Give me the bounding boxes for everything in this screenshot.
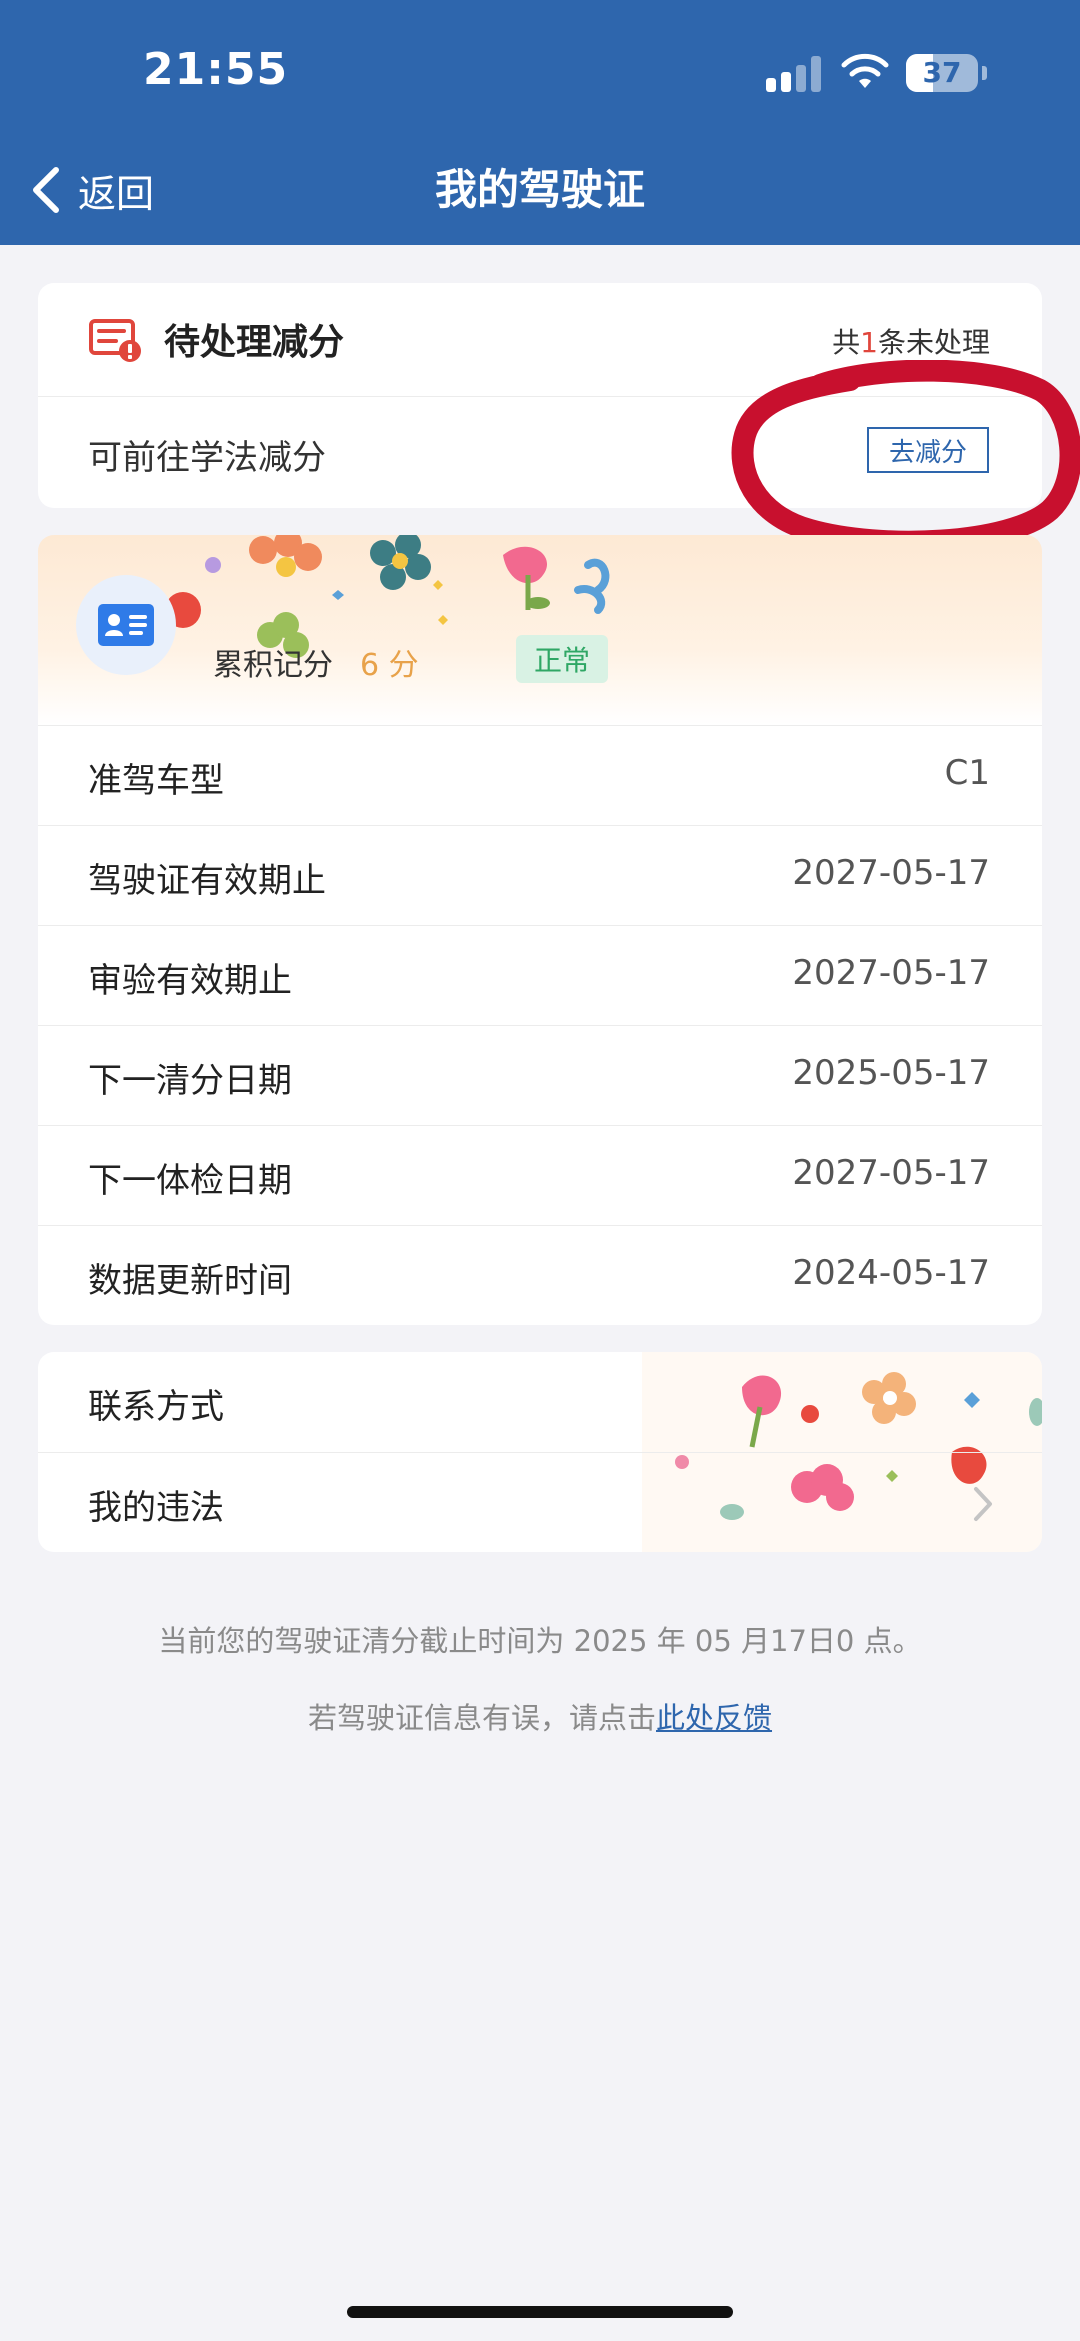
list-item: 驾驶证有效期止 2027-05-17 (38, 825, 1042, 925)
license-banner: 累积记分 6 分 正常 (38, 535, 1042, 725)
contact-info-row[interactable]: 联系方式 (38, 1352, 1042, 1452)
pending-header: 待处理减分 共1条未处理 (38, 283, 1042, 397)
links-card: 联系方式 我的违法 (38, 1352, 1042, 1552)
pending-title: 待处理减分 (164, 322, 345, 363)
battery-tip (982, 66, 987, 80)
list-item: 审验有效期止 2027-05-17 (38, 925, 1042, 1025)
info-value: 2027-05-17 (792, 953, 990, 993)
pending-deduction-card: 待处理减分 共1条未处理 可前往学法减分 去减分 (38, 283, 1042, 508)
link-label: 联系方式 (88, 1387, 224, 1427)
link-label: 我的违法 (88, 1488, 224, 1528)
info-label: 驾驶证有效期止 (88, 861, 326, 901)
feedback-prefix: 若驾驶证信息有误，请点击 (307, 1701, 656, 1735)
pending-count-suffix: 条未处理 (877, 326, 990, 359)
header-bar: 21:55 37 返回 我的驾驶证 (0, 0, 1080, 245)
wifi-icon (841, 53, 889, 88)
info-label: 下一体检日期 (88, 1161, 292, 1201)
clear-points-note: 当前您的驾驶证清分截止时间为 2025 年 05 月17日0 点。 (158, 1624, 922, 1658)
info-label: 数据更新时间 (88, 1261, 292, 1301)
pending-count-number: 1 (860, 326, 878, 359)
info-label: 审验有效期止 (88, 961, 292, 1001)
my-violations-row[interactable]: 我的违法 (38, 1452, 1042, 1552)
battery-level: 37 (922, 56, 962, 89)
info-label: 准驾车型 (88, 761, 224, 801)
feedback-note: 若驾驶证信息有误，请点击此处反馈 (0, 1695, 1080, 1737)
list-item: 准驾车型 C1 (38, 725, 1042, 825)
pending-count-prefix: 共 (832, 326, 861, 359)
info-value: 2025-05-17 (792, 1053, 990, 1093)
home-indicator (347, 2306, 733, 2318)
list-item: 下一清分日期 2025-05-17 (38, 1025, 1042, 1125)
pending-alert-icon (89, 319, 141, 362)
list-item: 下一体检日期 2027-05-17 (38, 1125, 1042, 1225)
info-label: 下一清分日期 (88, 1061, 292, 1101)
info-value: 2024-05-17 (792, 1253, 990, 1293)
learn-law-reduction-label: 可前往学法减分 (88, 438, 326, 478)
battery-icon: 37 (906, 54, 978, 92)
info-value: C1 (944, 753, 990, 793)
list-item: 数据更新时间 2024-05-17 (38, 1225, 1042, 1325)
cellular-signal-icon (766, 56, 822, 92)
page-title: 我的驾驶证 (434, 165, 645, 214)
feedback-link[interactable]: 此处反馈 (656, 1701, 772, 1735)
info-value: 2027-05-17 (792, 1153, 990, 1193)
id-card-icon (98, 604, 154, 646)
pending-count: 共1条未处理 (832, 321, 990, 361)
info-value: 2027-05-17 (792, 853, 990, 893)
license-info-list: 准驾车型 C1 驾驶证有效期止 2027-05-17 审验有效期止 2027-0… (38, 725, 1042, 1325)
points-value: 6 分 (360, 648, 419, 683)
chevron-right-icon (974, 1487, 992, 1521)
status-badge: 正常 (516, 635, 609, 683)
go-reduce-button[interactable]: 去减分 (867, 427, 989, 473)
license-card-avatar (76, 575, 176, 675)
points-label: 累积记分 (213, 648, 333, 683)
status-time: 21:55 (143, 44, 289, 95)
